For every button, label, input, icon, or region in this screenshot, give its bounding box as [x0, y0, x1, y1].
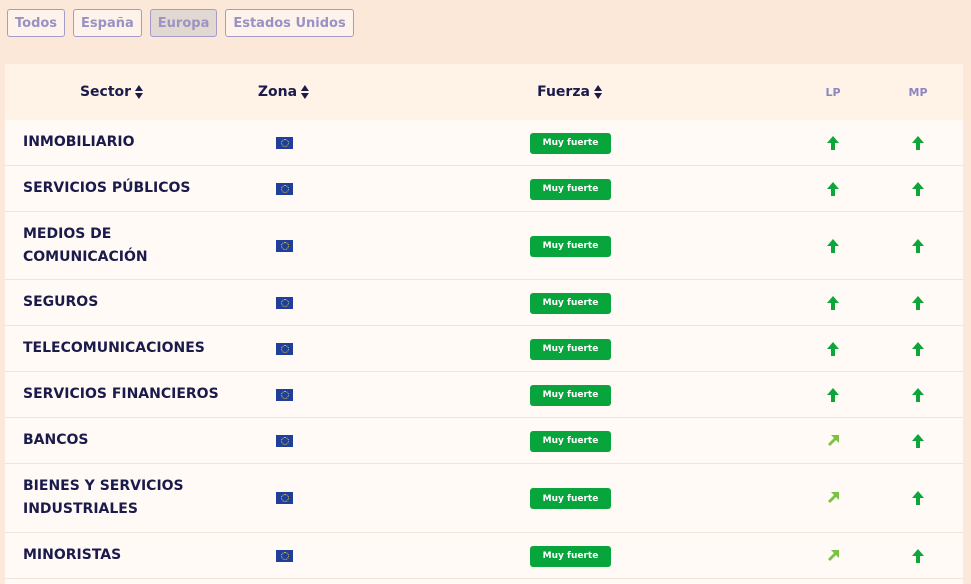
arrow-up-icon	[909, 134, 927, 152]
sector-name: BIENES Y SERVICIOS INDUSTRIALES	[23, 478, 184, 517]
table-row[interactable]: INMOBILIARIO Muy fuerte	[5, 120, 963, 166]
arrow-up-icon	[824, 134, 842, 152]
table-row[interactable]: MEDIOS DE COMUNICACIÓN Muy fuerte	[5, 212, 963, 280]
header-zona-label: Zona	[257, 84, 298, 100]
header-sector-label: Sector	[79, 84, 132, 100]
strength-badge: Muy fuerte	[530, 338, 611, 360]
arrow-up-icon	[909, 547, 927, 565]
sector-name: TELECOMUNICACIONES	[23, 340, 205, 356]
arrow-up-icon	[824, 237, 842, 255]
filter-estados-unidos-button[interactable]: Estados Unidos	[225, 9, 354, 37]
header-fuerza-label: Fuerza	[537, 84, 590, 100]
arrow-up-icon	[824, 386, 842, 404]
eu-flag-icon	[276, 182, 293, 195]
eu-flag-icon	[276, 434, 293, 447]
strength-badge: Muy fuerte	[530, 132, 611, 154]
arrow-up-icon	[909, 294, 927, 312]
arrow-up-icon	[909, 489, 927, 507]
table-body: INMOBILIARIO Muy fuerte SERVICIOS PÚBLICOS…	[5, 120, 963, 579]
sort-icon	[593, 85, 603, 99]
sector-name: SERVICIOS FINANCIEROS	[23, 386, 219, 402]
strength-badge: Muy fuerte	[530, 235, 611, 257]
eu-flag-icon	[276, 388, 293, 401]
filter-bar: Todos España Europa Estados Unidos	[7, 9, 354, 37]
table-row[interactable]: SERVICIOS FINANCIEROS Muy fuerte	[5, 372, 963, 418]
table-row[interactable]: BANCOS Muy fuerte	[5, 418, 963, 464]
arrow-up-right-icon	[824, 432, 842, 450]
sort-sector-header[interactable]: Sector	[80, 64, 144, 120]
sector-name: SEGUROS	[23, 294, 99, 310]
strength-badge: Muy fuerte	[530, 384, 611, 406]
strength-badge: Muy fuerte	[530, 178, 611, 200]
sector-name: MINORISTAS	[23, 547, 122, 563]
eu-flag-icon	[276, 296, 293, 309]
sort-zona-header[interactable]: Zona	[258, 64, 310, 120]
strength-badge: Muy fuerte	[530, 292, 611, 314]
arrow-up-icon	[909, 180, 927, 198]
arrow-up-icon	[909, 432, 927, 450]
filter-europa-button[interactable]: Europa	[149, 9, 218, 37]
table-row[interactable]: SEGUROS Muy fuerte	[5, 280, 963, 326]
eu-flag-icon	[276, 342, 293, 355]
arrow-up-icon	[824, 180, 842, 198]
arrow-up-icon	[824, 340, 842, 358]
eu-flag-icon	[276, 136, 293, 149]
table-row[interactable]: SERVICIOS PÚBLICOS Muy fuerte	[5, 166, 963, 212]
strength-badge: Muy fuerte	[530, 430, 611, 452]
sort-icon	[135, 85, 144, 99]
strength-badge: Muy fuerte	[530, 488, 611, 509]
arrow-up-icon	[909, 237, 927, 255]
sector-name: INMOBILIARIO	[23, 134, 135, 150]
arrow-up-right-icon	[824, 547, 842, 565]
header-mp: MP	[908, 85, 928, 99]
sort-icon	[301, 85, 310, 99]
sector-table: Sector Zona Fuerza LP MP INMOBILIARIO Muy…	[5, 64, 963, 584]
arrow-up-icon	[909, 386, 927, 404]
table-row[interactable]: BIENES Y SERVICIOS INDUSTRIALES Muy fuert…	[5, 464, 963, 533]
arrow-up-icon	[824, 294, 842, 312]
header-lp: LP	[825, 85, 841, 99]
arrow-up-right-icon	[824, 489, 842, 507]
sector-name: SERVICIOS PÚBLICOS	[23, 180, 191, 196]
table-row[interactable]: TELECOMUNICACIONES Muy fuerte	[5, 326, 963, 372]
filter-espana-button[interactable]: España	[73, 9, 142, 37]
filter-todos-button[interactable]: Todos	[7, 9, 66, 37]
table-header: Sector Zona Fuerza LP MP	[5, 64, 963, 120]
arrow-up-icon	[909, 340, 927, 358]
strength-badge: Muy fuerte	[530, 545, 611, 567]
eu-flag-icon	[276, 549, 293, 562]
eu-flag-icon	[276, 239, 293, 252]
sector-name: BANCOS	[23, 432, 89, 448]
table-row[interactable]: MINORISTAS Muy fuerte	[5, 533, 963, 579]
eu-flag-icon	[276, 492, 293, 504]
sort-fuerza-header[interactable]: Fuerza	[537, 64, 603, 120]
sector-name: MEDIOS DE COMUNICACIÓN	[23, 225, 148, 265]
